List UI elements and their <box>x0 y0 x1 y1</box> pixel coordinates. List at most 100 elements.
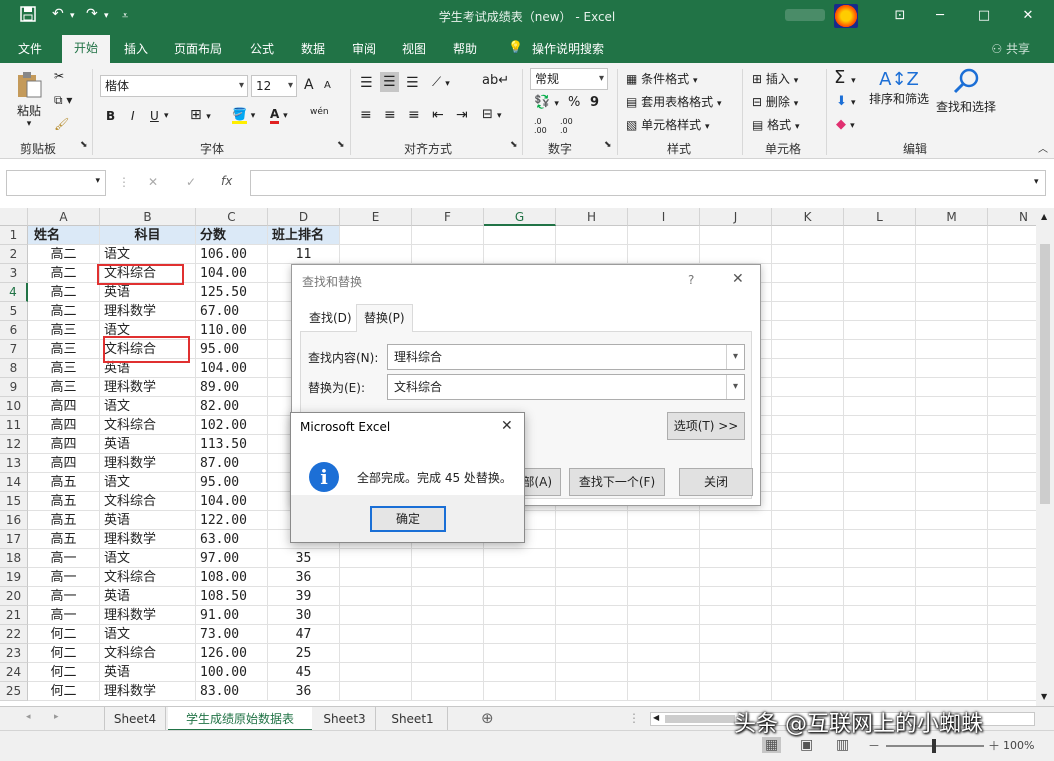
empty-cell[interactable] <box>556 245 628 264</box>
empty-cell[interactable] <box>628 663 700 682</box>
add-sheet-icon[interactable]: ⊕ <box>481 709 494 727</box>
table-cell[interactable]: 高四 <box>28 454 100 473</box>
table-cell[interactable]: 63.00 <box>196 530 268 549</box>
table-cell[interactable]: 100.00 <box>196 663 268 682</box>
decrease-indent-icon[interactable]: ⇤ <box>432 107 444 123</box>
empty-cell[interactable] <box>988 625 1036 644</box>
empty-cell[interactable] <box>988 511 1036 530</box>
tab-review[interactable]: 审阅 <box>352 40 376 57</box>
row-header[interactable]: 25 <box>0 682 28 701</box>
share-button[interactable]: ⚇ 共享 <box>991 40 1030 57</box>
empty-cell[interactable] <box>412 682 484 701</box>
table-cell[interactable]: 30 <box>268 606 340 625</box>
table-cell[interactable]: 语文 <box>100 473 196 492</box>
empty-cell[interactable] <box>988 359 1036 378</box>
table-cell[interactable]: 理科数学 <box>100 530 196 549</box>
table-cell[interactable]: 高三 <box>28 378 100 397</box>
empty-cell[interactable] <box>628 549 700 568</box>
empty-cell[interactable] <box>916 302 988 321</box>
empty-cell[interactable] <box>988 587 1036 606</box>
empty-cell[interactable] <box>844 435 916 454</box>
empty-cell[interactable] <box>772 644 844 663</box>
empty-cell[interactable] <box>628 625 700 644</box>
empty-cell[interactable] <box>988 245 1036 264</box>
table-cell[interactable]: 97.00 <box>196 549 268 568</box>
empty-cell[interactable] <box>844 283 916 302</box>
empty-cell[interactable] <box>556 587 628 606</box>
table-cell[interactable]: 文科综合 <box>100 492 196 511</box>
row-header[interactable]: 1 <box>0 226 28 245</box>
empty-cell[interactable] <box>988 435 1036 454</box>
header-cell[interactable]: 班上排名 <box>268 226 340 245</box>
row-header[interactable]: 24 <box>0 663 28 682</box>
empty-cell[interactable] <box>412 587 484 606</box>
table-cell[interactable]: 39 <box>268 587 340 606</box>
table-cell[interactable]: 89.00 <box>196 378 268 397</box>
empty-cell[interactable] <box>772 511 844 530</box>
table-cell[interactable]: 125.50 <box>196 283 268 302</box>
fill-color-icon[interactable]: 🪣 ▾ <box>232 107 255 124</box>
merge-center-icon[interactable]: ⊟ ▾ <box>482 107 502 122</box>
table-cell[interactable]: 理科数学 <box>100 606 196 625</box>
row-header[interactable]: 18 <box>0 549 28 568</box>
find-history-dropdown-icon[interactable]: ▾ <box>726 345 744 369</box>
vertical-scrollbar[interactable]: ▲ ▼ <box>1036 208 1054 706</box>
empty-cell[interactable] <box>700 682 772 701</box>
tab-page-layout[interactable]: 页面布局 <box>174 40 222 57</box>
table-cell[interactable]: 高一 <box>28 606 100 625</box>
bold-button[interactable]: B <box>106 109 115 123</box>
table-cell[interactable]: 95.00 <box>196 473 268 492</box>
clipboard-launcher-icon[interactable]: ⬊ <box>80 140 88 150</box>
empty-cell[interactable] <box>844 226 916 245</box>
empty-cell[interactable] <box>988 663 1036 682</box>
column-header-j[interactable]: J <box>700 208 772 226</box>
insert-cells-button[interactable]: ⊞ 插入 ▾ <box>752 70 798 87</box>
table-cell[interactable]: 高三 <box>28 321 100 340</box>
table-cell[interactable]: 文科综合 <box>100 568 196 587</box>
empty-cell[interactable] <box>844 587 916 606</box>
empty-cell[interactable] <box>988 682 1036 701</box>
empty-cell[interactable] <box>556 226 628 245</box>
tab-split-handle-icon[interactable]: ⋮ <box>628 711 640 725</box>
empty-cell[interactable] <box>412 606 484 625</box>
empty-cell[interactable] <box>916 435 988 454</box>
empty-cell[interactable] <box>772 302 844 321</box>
table-cell[interactable]: 36 <box>268 682 340 701</box>
empty-cell[interactable] <box>916 530 988 549</box>
empty-cell[interactable] <box>484 587 556 606</box>
empty-cell[interactable] <box>700 226 772 245</box>
row-header[interactable]: 12 <box>0 435 28 454</box>
row-header[interactable]: 13 <box>0 454 28 473</box>
table-cell[interactable]: 高一 <box>28 549 100 568</box>
empty-cell[interactable] <box>988 397 1036 416</box>
column-header-l[interactable]: L <box>844 208 916 226</box>
empty-cell[interactable] <box>772 283 844 302</box>
empty-cell[interactable] <box>628 511 700 530</box>
table-cell[interactable]: 122.00 <box>196 511 268 530</box>
alignment-launcher-icon[interactable]: ⬊ <box>510 140 518 150</box>
tab-help[interactable]: 帮助 <box>453 40 477 57</box>
empty-cell[interactable] <box>772 568 844 587</box>
empty-cell[interactable] <box>844 663 916 682</box>
empty-cell[interactable] <box>772 378 844 397</box>
empty-cell[interactable] <box>556 530 628 549</box>
formula-input[interactable] <box>250 170 1046 196</box>
empty-cell[interactable] <box>700 530 772 549</box>
empty-cell[interactable] <box>700 587 772 606</box>
comma-style-icon[interactable]: 9 <box>590 95 599 110</box>
empty-cell[interactable] <box>772 549 844 568</box>
table-cell[interactable]: 何二 <box>28 644 100 663</box>
column-header-m[interactable]: M <box>916 208 988 226</box>
select-all-corner[interactable] <box>0 208 28 226</box>
empty-cell[interactable] <box>916 359 988 378</box>
empty-cell[interactable] <box>628 587 700 606</box>
scroll-left-icon[interactable]: ◀ <box>653 713 659 722</box>
empty-cell[interactable] <box>700 625 772 644</box>
font-launcher-icon[interactable]: ⬊ <box>337 140 345 150</box>
align-left-icon[interactable]: ≡ <box>360 107 372 123</box>
empty-cell[interactable] <box>484 226 556 245</box>
close-button[interactable]: ✕ <box>1008 4 1048 28</box>
empty-cell[interactable] <box>844 682 916 701</box>
empty-cell[interactable] <box>340 568 412 587</box>
table-cell[interactable]: 104.00 <box>196 492 268 511</box>
